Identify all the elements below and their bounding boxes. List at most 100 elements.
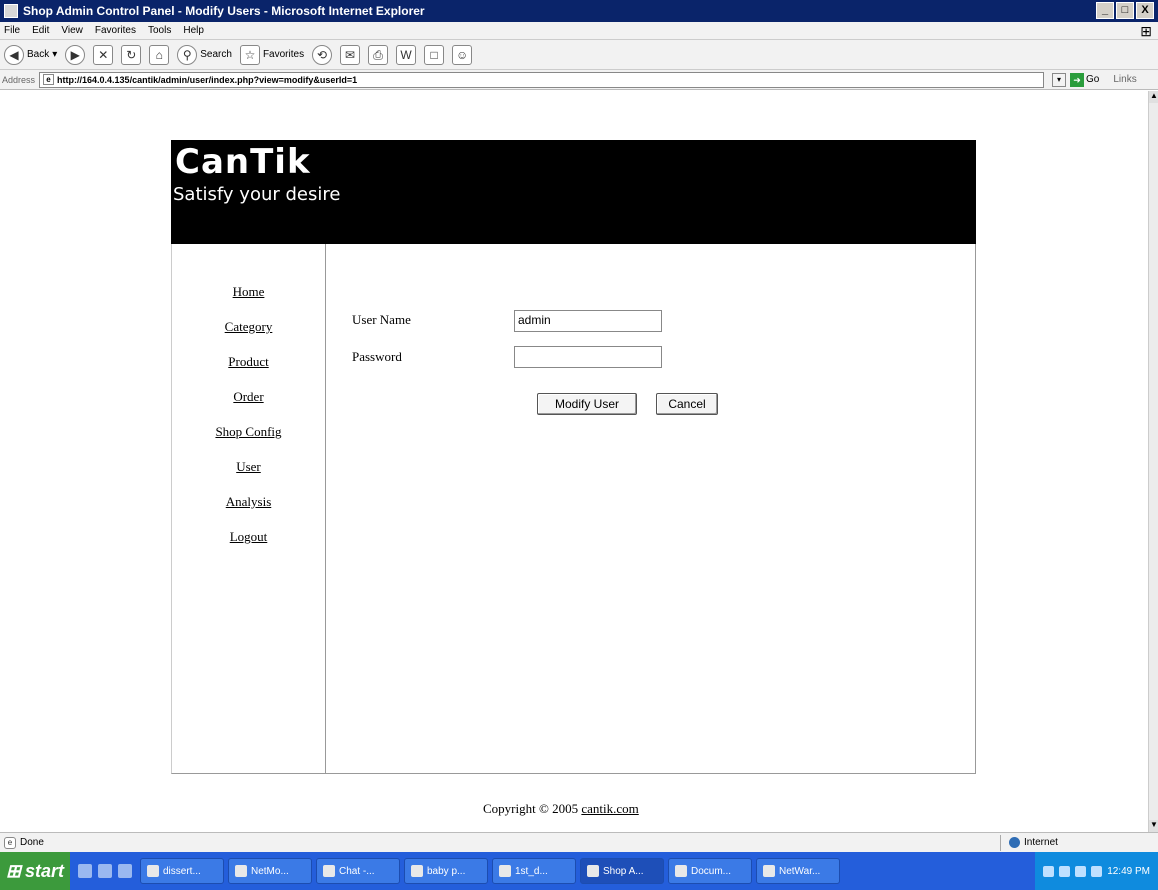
taskbar-item[interactable]: NetWar... [756, 858, 840, 884]
minimize-button[interactable]: _ [1096, 2, 1114, 19]
window-title: Shop Admin Control Panel - Modify Users … [23, 4, 425, 18]
tray-icon[interactable] [1059, 865, 1071, 877]
search-icon: ⚲ [177, 44, 198, 65]
admin-layout: Home Category Product Order Shop Config … [171, 244, 976, 774]
password-input[interactable] [514, 346, 662, 368]
menu-view[interactable]: View [61, 25, 83, 36]
vertical-scrollbar[interactable]: ▲ ▼ [1148, 91, 1158, 832]
menu-edit[interactable]: Edit [32, 25, 49, 36]
windows-flag-icon: ⊞ [5, 860, 22, 881]
document-icon [675, 865, 687, 877]
ie-icon [587, 865, 599, 877]
quick-launch-icon[interactable] [118, 864, 132, 878]
copyright-notice: Copyright © 2005 cantik.com [483, 801, 639, 817]
tray-icon[interactable] [1075, 865, 1087, 877]
menu-tools[interactable]: Tools [148, 25, 171, 36]
menu-bar: File Edit View Favorites Tools Help ⊞ [0, 22, 1158, 40]
chat-icon [323, 865, 335, 877]
taskbar-item-label: Shop A... [603, 865, 644, 877]
taskbar-item[interactable]: 1st_d... [492, 858, 576, 884]
folder-icon [147, 865, 159, 877]
favorites-label: Favorites [262, 49, 305, 60]
menu-help[interactable]: Help [183, 25, 204, 36]
nav-link-order[interactable]: Order [233, 389, 263, 405]
nav-link-analysis[interactable]: Analysis [226, 494, 272, 510]
browser-toolbar: ◀ Back ▾ ▶ ✕ ↻ ⌂ ⚲ Search ☆ Favorites ⟲ … [0, 40, 1158, 70]
home-icon[interactable]: ⌂ [149, 44, 170, 65]
site-container: CanTik Satisfy your desire Home Category… [171, 140, 976, 774]
nav-link-shop-config[interactable]: Shop Config [215, 424, 281, 440]
system-tray: 12:49 PM [1035, 852, 1158, 890]
taskbar-item[interactable]: dissert... [140, 858, 224, 884]
edit-icon[interactable]: W [396, 44, 417, 65]
taskbar-item[interactable]: baby p... [404, 858, 488, 884]
address-dropdown-icon[interactable]: ▾ [1052, 72, 1067, 87]
nav-link-category[interactable]: Category [225, 319, 273, 335]
app-icon [235, 865, 247, 877]
ie-app-icon [4, 4, 18, 18]
admin-nav: Home Category Product Order Shop Config … [172, 244, 326, 773]
print-icon[interactable]: ⎙ [368, 44, 389, 65]
scroll-up-icon[interactable]: ▲ [1149, 91, 1158, 103]
quick-launch [78, 864, 132, 878]
security-zone: Internet [1000, 834, 1058, 851]
quick-launch-icon[interactable] [98, 864, 112, 878]
quick-launch-icon[interactable] [78, 864, 92, 878]
tray-icon[interactable] [1043, 865, 1055, 877]
taskbar-item-label: Chat -... [339, 865, 375, 877]
nav-link-user[interactable]: User [236, 459, 261, 475]
start-button[interactable]: ⊞ start [0, 852, 70, 890]
favorites-button[interactable]: ☆ Favorites [239, 44, 305, 65]
username-label: User Name [352, 312, 411, 327]
back-button[interactable]: ◀ Back ▾ [4, 44, 57, 65]
address-bar: Address e http://164.0.4.135/cantik/admi… [0, 70, 1158, 90]
taskbar-item[interactable]: Shop A... [580, 858, 664, 884]
copyright-text: Copyright © 2005 [483, 801, 579, 816]
modify-user-form: User Name admin Password Modify User Can… [326, 244, 975, 773]
document-icon [499, 865, 511, 877]
taskbar-item-label: Docum... [691, 865, 732, 877]
cancel-button[interactable]: Cancel [656, 393, 718, 415]
site-banner: CanTik Satisfy your desire [171, 140, 976, 244]
search-button[interactable]: ⚲ Search [177, 44, 232, 65]
copyright-link[interactable]: cantik.com [581, 801, 638, 816]
address-input[interactable]: e http://164.0.4.135/cantik/admin/user/i… [39, 71, 1045, 88]
forward-arrow-icon[interactable]: ▶ [65, 44, 86, 65]
windows-logo-icon: ⊞ [1140, 23, 1152, 39]
refresh-icon[interactable]: ↻ [121, 44, 142, 65]
history-icon[interactable]: ⟲ [312, 44, 333, 65]
maximize-button[interactable]: □ [1116, 2, 1134, 19]
start-label: start [25, 860, 65, 881]
taskbar-item-label: baby p... [427, 865, 466, 877]
nav-link-product[interactable]: Product [228, 354, 268, 370]
scroll-down-icon[interactable]: ▼ [1149, 820, 1158, 832]
back-arrow-icon: ◀ [4, 44, 24, 65]
window-titlebar[interactable]: Shop Admin Control Panel - Modify Users … [0, 0, 1158, 22]
site-tagline: Satisfy your desire [173, 184, 341, 205]
stop-icon[interactable]: ✕ [93, 44, 114, 65]
address-label: Address [2, 74, 36, 85]
menu-file[interactable]: File [4, 25, 20, 36]
modify-user-button[interactable]: Modify User [537, 393, 637, 415]
taskbar-item[interactable]: Chat -... [316, 858, 400, 884]
go-button[interactable]: ➜ Go [1070, 72, 1099, 87]
mail-icon[interactable]: ✉ [340, 44, 361, 65]
discuss-icon[interactable]: □ [424, 44, 445, 65]
taskbar-item[interactable]: NetMo... [228, 858, 312, 884]
menu-favorites[interactable]: Favorites [95, 25, 136, 36]
nav-link-logout[interactable]: Logout [230, 529, 268, 545]
close-button[interactable]: X [1136, 2, 1154, 19]
page-done-icon: e [4, 836, 16, 849]
tray-icon[interactable] [1091, 865, 1103, 877]
tray-clock[interactable]: 12:49 PM [1107, 866, 1150, 877]
links-toolbar[interactable]: Links [1113, 74, 1136, 85]
network-icon [763, 865, 775, 877]
app-icon [411, 865, 423, 877]
nav-link-home[interactable]: Home [233, 284, 265, 300]
taskbar-item-label: dissert... [163, 865, 201, 877]
messenger-icon[interactable]: ☺ [452, 44, 473, 65]
username-input[interactable]: admin [514, 310, 662, 332]
taskbar-item[interactable]: Docum... [668, 858, 752, 884]
page-viewport: CanTik Satisfy your desire Home Category… [0, 91, 1148, 832]
taskbar-item-label: NetWar... [779, 865, 821, 877]
